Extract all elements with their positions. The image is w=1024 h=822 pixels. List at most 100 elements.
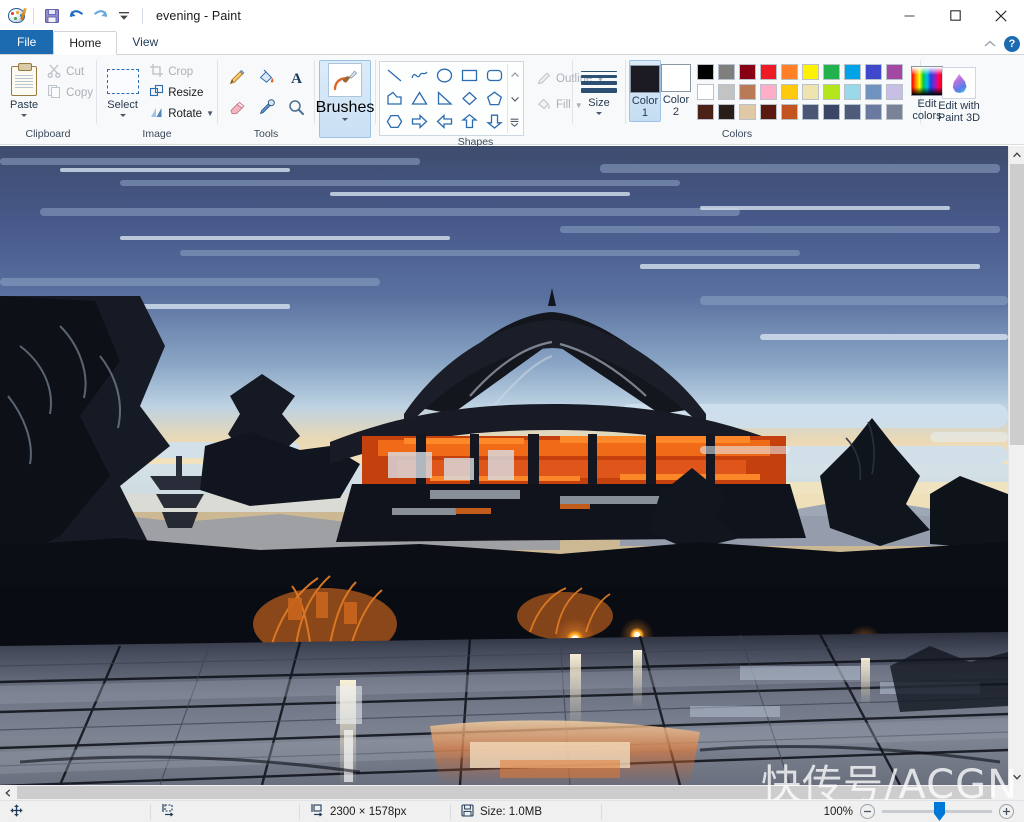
palette-swatch[interactable] — [844, 84, 861, 100]
palette-swatch[interactable] — [844, 104, 861, 120]
scroll-up-icon[interactable] — [1009, 146, 1024, 163]
right-arrow-shape[interactable] — [407, 110, 432, 133]
rectangle-shape[interactable] — [457, 64, 482, 87]
palette-swatch[interactable] — [718, 84, 735, 100]
palette-swatch[interactable] — [865, 64, 882, 80]
left-arrow-shape[interactable] — [432, 110, 457, 133]
palette-swatch[interactable] — [718, 104, 735, 120]
palette-cell-1-3[interactable] — [758, 82, 779, 102]
palette-cell-0-2[interactable] — [737, 62, 758, 82]
down-arrow-shape[interactable] — [482, 110, 507, 133]
palette-cell-0-8[interactable] — [863, 62, 884, 82]
select-button[interactable]: Select — [99, 59, 146, 117]
palette-swatch[interactable] — [781, 84, 798, 100]
palette-cell-2-8[interactable] — [863, 102, 884, 122]
diamond-shape[interactable] — [457, 87, 482, 110]
palette-cell-0-9[interactable] — [884, 62, 905, 82]
fill-with-color-tool[interactable] — [251, 62, 281, 92]
zoom-slider[interactable] — [882, 810, 992, 813]
palette-swatch[interactable] — [739, 64, 756, 80]
rotate-dropdown-icon[interactable]: ▼ — [206, 109, 214, 118]
artwork-canvas[interactable] — [0, 146, 1008, 785]
zoom-out-icon[interactable] — [860, 804, 875, 819]
tab-file[interactable]: File — [0, 30, 53, 54]
more-shapes-icon[interactable] — [509, 113, 521, 131]
scroll-left-icon[interactable] — [0, 785, 16, 800]
size-button[interactable]: Size — [574, 63, 624, 115]
brushes-dropdown-icon[interactable] — [342, 118, 348, 121]
vertical-scroll-thumb[interactable] — [1010, 164, 1024, 445]
palette-cell-0-4[interactable] — [779, 62, 800, 82]
palette-swatch[interactable] — [697, 84, 714, 100]
palette-cell-1-1[interactable] — [716, 82, 737, 102]
palette-cell-1-4[interactable] — [779, 82, 800, 102]
color-1-button[interactable]: Color1 — [629, 60, 661, 122]
palette-cell-2-6[interactable] — [821, 102, 842, 122]
palette-swatch[interactable] — [802, 84, 819, 100]
palette-cell-1-6[interactable] — [821, 82, 842, 102]
line-shape[interactable] — [382, 64, 407, 87]
palette-swatch[interactable] — [802, 104, 819, 120]
horizontal-scroll-thumb[interactable] — [17, 786, 992, 799]
palette-cell-0-1[interactable] — [716, 62, 737, 82]
magnifier-tool[interactable] — [281, 92, 311, 122]
palette-cell-2-7[interactable] — [842, 102, 863, 122]
cut-button[interactable]: Cut — [44, 61, 96, 82]
palette-cell-1-9[interactable] — [884, 82, 905, 102]
palette-swatch[interactable] — [865, 104, 882, 120]
palette-cell-1-0[interactable] — [695, 82, 716, 102]
palette-cell-0-3[interactable] — [758, 62, 779, 82]
size-dropdown-icon[interactable] — [596, 112, 602, 115]
help-button[interactable]: ? — [1004, 36, 1020, 52]
palette-swatch[interactable] — [823, 84, 840, 100]
text-tool[interactable]: A — [281, 62, 311, 92]
palette-swatch[interactable] — [739, 84, 756, 100]
edit-with-paint3d-button[interactable]: Edit withPaint 3D — [922, 62, 996, 124]
polygon-shape[interactable] — [382, 87, 407, 110]
color-2-button[interactable]: Color2 — [661, 60, 691, 120]
palette-cell-2-0[interactable] — [695, 102, 716, 122]
palette-swatch[interactable] — [781, 64, 798, 80]
palette-swatch[interactable] — [760, 64, 777, 80]
customize-quick-access-icon[interactable] — [112, 4, 136, 28]
close-button[interactable] — [978, 0, 1024, 31]
curve-shape[interactable] — [407, 64, 432, 87]
palette-swatch[interactable] — [886, 64, 903, 80]
minimize-button[interactable] — [886, 0, 932, 31]
palette-swatch[interactable] — [844, 64, 861, 80]
palette-cell-2-4[interactable] — [779, 102, 800, 122]
palette-swatch[interactable] — [823, 64, 840, 80]
palette-cell-2-1[interactable] — [716, 102, 737, 122]
crop-button[interactable]: Crop — [146, 61, 217, 82]
rounded-rectangle-shape[interactable] — [482, 64, 507, 87]
pencil-tool[interactable] — [221, 62, 251, 92]
collapse-ribbon-icon[interactable] — [982, 36, 998, 52]
palette-cell-1-5[interactable] — [800, 82, 821, 102]
pentagon-shape[interactable] — [482, 87, 507, 110]
up-arrow-shape[interactable] — [457, 110, 482, 133]
resize-button[interactable]: Resize — [146, 82, 217, 103]
canvas-area[interactable] — [0, 146, 1008, 785]
paste-button[interactable]: Paste — [4, 59, 44, 117]
palette-swatch[interactable] — [760, 84, 777, 100]
oval-shape[interactable] — [432, 64, 457, 87]
eraser-tool[interactable] — [221, 92, 251, 122]
palette-cell-0-0[interactable] — [695, 62, 716, 82]
palette-swatch[interactable] — [886, 84, 903, 100]
scroll-down-icon[interactable] — [509, 90, 521, 108]
palette-swatch[interactable] — [739, 104, 756, 120]
maximize-button[interactable] — [932, 0, 978, 31]
vertical-scrollbar[interactable] — [1008, 146, 1024, 785]
select-dropdown-icon[interactable] — [120, 114, 126, 117]
scroll-up-icon[interactable] — [509, 66, 521, 84]
palette-cell-2-3[interactable] — [758, 102, 779, 122]
redo-icon[interactable] — [88, 4, 112, 28]
hexagon-shape[interactable] — [382, 110, 407, 133]
palette-swatch[interactable] — [886, 104, 903, 120]
palette-swatch[interactable] — [823, 104, 840, 120]
palette-swatch[interactable] — [697, 104, 714, 120]
palette-swatch[interactable] — [802, 64, 819, 80]
zoom-slider-thumb[interactable] — [934, 802, 945, 821]
paste-dropdown-icon[interactable] — [21, 114, 27, 117]
color-picker-tool[interactable] — [251, 92, 281, 122]
